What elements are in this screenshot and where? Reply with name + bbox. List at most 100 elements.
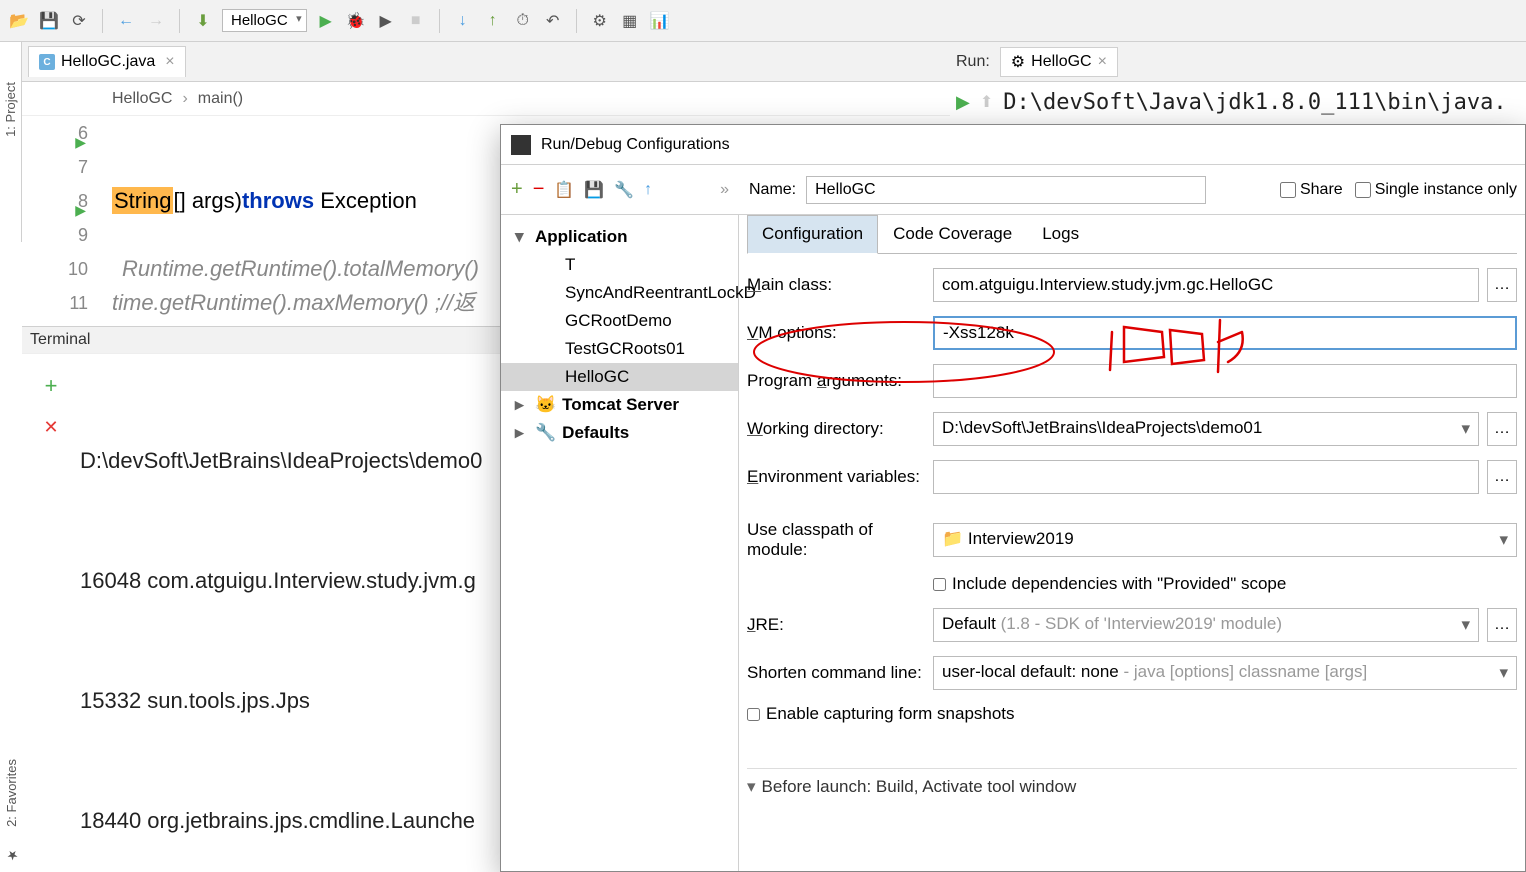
tree-item-hellogc[interactable]: HelloGC (501, 363, 738, 391)
env-variables-label: Environment variables: (747, 467, 925, 487)
jre-label: JRE: (747, 615, 925, 635)
run-output-text: D:\devSoft\Java\jdk1.8.0_111\bin\java. (1003, 90, 1506, 115)
sdk-icon[interactable]: 📊 (649, 10, 671, 32)
main-class-input[interactable] (933, 268, 1479, 302)
editor-tab-hellogc[interactable]: C HelloGC.java × (28, 46, 186, 77)
vm-options-input[interactable] (933, 316, 1517, 350)
main-toolbar: 📂 💾 ⟳ ← → ⬇ HelloGC ▶ 🐞 ▶ ■ ↓ ↑ ⏱ ↶ ⚙ ▦ … (0, 0, 1526, 42)
editor-tab-bar: C HelloGC.java × (22, 42, 950, 82)
rerun-icon[interactable]: ▶ (956, 92, 970, 113)
tree-item[interactable]: GCRootDemo (501, 307, 738, 335)
tab-configuration[interactable]: Configuration (747, 215, 878, 254)
structure-icon[interactable]: ▦ (619, 10, 641, 32)
save-config-icon[interactable]: 💾 (584, 180, 604, 200)
open-icon[interactable]: 📂 (8, 10, 30, 32)
vcs-commit-icon[interactable]: ↑ (482, 10, 504, 32)
single-instance-checkbox[interactable]: Single instance only (1355, 181, 1517, 199)
module-select[interactable]: 📁 Interview2019 (933, 523, 1517, 557)
run-panel: Run: ⚙ HelloGC × ▶ ⬆ D:\devSoft\Java\jdk… (950, 42, 1526, 122)
terminal-panel: Terminal + ✕ D:\devSoft\JetBrains\IdeaPr… (22, 326, 500, 872)
vcs-history-icon[interactable]: ⏱ (512, 10, 534, 32)
provided-checkbox[interactable] (933, 578, 946, 591)
dialog-toolbar: + − 📋 💾 🔧 ↑ » Name: Share Single instanc… (501, 165, 1525, 215)
forward-icon[interactable]: → (145, 10, 167, 32)
favorites-tool-tab[interactable]: 2: Favorites ★ (0, 759, 22, 862)
stop-icon[interactable]: ■ (405, 10, 427, 32)
tab-coverage[interactable]: Code Coverage (878, 215, 1027, 253)
vm-options-label: VM options: (747, 323, 925, 343)
breadcrumb-separator-icon: › (182, 90, 187, 108)
debug-icon[interactable]: 🐞 (345, 10, 367, 32)
run-output-toolbar: ▶ ⬆ D:\devSoft\Java\jdk1.8.0_111\bin\jav… (950, 82, 1526, 122)
tree-item[interactable]: T (501, 251, 738, 279)
program-arguments-input[interactable] (933, 364, 1517, 398)
main-class-label: MMain class:ain class: (747, 275, 925, 295)
dialog-title: Run/Debug Configurations (541, 136, 730, 154)
config-tabs: Configuration Code Coverage Logs (747, 215, 1517, 254)
breadcrumb-method[interactable]: main() (198, 90, 243, 108)
run-config-selector[interactable]: HelloGC (222, 9, 307, 32)
breadcrumb: HelloGC › main() (22, 82, 950, 116)
close-icon[interactable]: × (1098, 53, 1107, 71)
config-form: Configuration Code Coverage Logs MMain c… (739, 215, 1525, 871)
gutter: 6▶ 7 8▶ 9 10 11 (22, 116, 112, 320)
name-input[interactable] (806, 176, 1206, 204)
close-tab-icon[interactable]: × (165, 53, 174, 71)
env-variables-input[interactable] (933, 460, 1479, 494)
tree-defaults[interactable]: ▸🔧 Defaults (501, 419, 738, 447)
coverage-icon[interactable]: ▶ (375, 10, 397, 32)
name-label: Name: (749, 181, 796, 199)
run-icon[interactable]: ▶ (315, 10, 337, 32)
tree-tomcat[interactable]: ▸🐱 Tomcat Server (501, 391, 738, 419)
run-config-icon: ⚙ (1011, 52, 1025, 72)
vcs-update-icon[interactable]: ↓ (452, 10, 474, 32)
shorten-label: Shorten command line: (747, 663, 925, 683)
close-terminal-icon[interactable]: ✕ (43, 417, 58, 438)
vcs-revert-icon[interactable]: ↶ (542, 10, 564, 32)
compile-icon[interactable]: ⬇ (192, 10, 214, 32)
up-icon[interactable]: ⬆ (980, 92, 993, 112)
dialog-icon (511, 135, 531, 155)
add-terminal-icon[interactable]: + (45, 373, 58, 399)
working-directory-label: Working directory: (747, 419, 925, 439)
config-tree: ▾Application T SyncAndReentrantLockD GCR… (501, 215, 739, 871)
working-directory-input[interactable]: D:\devSoft\JetBrains\IdeaProjects\demo01 (933, 412, 1479, 446)
program-arguments-label: Program arguments: (747, 371, 925, 391)
browse-main-class-icon[interactable]: … (1487, 268, 1517, 302)
settings-icon[interactable]: ⚙ (589, 10, 611, 32)
tab-logs[interactable]: Logs (1027, 215, 1094, 253)
share-checkbox[interactable]: Share (1280, 181, 1343, 199)
browse-jre-icon[interactable]: … (1487, 608, 1517, 642)
module-label: Use classpath of module: (747, 520, 925, 560)
breadcrumb-class[interactable]: HelloGC (112, 90, 172, 108)
move-up-icon[interactable]: ↑ (644, 181, 652, 199)
run-label: Run: (956, 53, 990, 71)
tree-application[interactable]: ▾Application (501, 223, 738, 251)
add-config-icon[interactable]: + (511, 178, 523, 201)
run-tab[interactable]: ⚙ HelloGC × (1000, 47, 1118, 77)
dialog-titlebar: Run/Debug Configurations (501, 125, 1525, 165)
browse-workdir-icon[interactable]: … (1487, 412, 1517, 446)
copy-config-icon[interactable]: 📋 (554, 180, 574, 200)
star-icon: ★ (4, 847, 19, 862)
shorten-select[interactable]: user-local default: none - java [options… (933, 656, 1517, 690)
run-tab-label: HelloGC (1031, 53, 1091, 71)
before-launch-section[interactable]: ▾ Before launch: Build, Activate tool wi… (747, 768, 1517, 797)
browse-env-icon[interactable]: … (1487, 460, 1517, 494)
editor-tab-label: HelloGC.java (61, 53, 155, 71)
save-icon[interactable]: 💾 (38, 10, 60, 32)
run-debug-dialog: Run/Debug Configurations + − 📋 💾 🔧 ↑ » N… (500, 124, 1526, 872)
tree-item[interactable]: TestGCRoots01 (501, 335, 738, 363)
tree-item[interactable]: SyncAndReentrantLockD (501, 279, 738, 307)
back-icon[interactable]: ← (115, 10, 137, 32)
terminal-body[interactable]: D:\devSoft\JetBrains\IdeaProjects\demo0 … (80, 361, 500, 872)
snapshots-checkbox[interactable] (747, 708, 760, 721)
terminal-title: Terminal (22, 327, 500, 354)
remove-config-icon[interactable]: − (533, 178, 545, 201)
jre-select[interactable]: Default (1.8 - SDK of 'Interview2019' mo… (933, 608, 1479, 642)
provided-label: Include dependencies with "Provided" sco… (952, 574, 1286, 594)
wrench-icon[interactable]: 🔧 (614, 180, 634, 200)
refresh-icon[interactable]: ⟳ (68, 10, 90, 32)
project-tool-tab[interactable]: 1: Project (0, 42, 22, 242)
collapse-icon[interactable]: » (720, 181, 729, 199)
